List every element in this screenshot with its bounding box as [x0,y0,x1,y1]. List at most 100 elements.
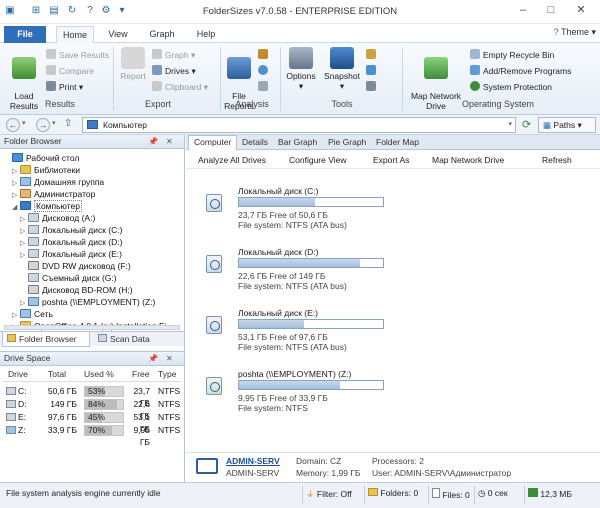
table-row[interactable]: E: 97,6 ГБ 53,1 ГБ NTFS 45% [0,411,184,434]
drive-free-text: 53,1 ГБ Free of 97,6 ГБ [238,332,328,342]
analysis-pie-icon[interactable] [258,65,271,78]
tree-item-homegroup[interactable]: ▷ Домашняя группа [12,176,104,188]
pin-icon[interactable]: 📌 [148,135,158,148]
print-button[interactable]: Print ▾ [46,81,83,94]
back-button[interactable]: ← [6,118,20,132]
refresh-button[interactable]: Refresh [542,155,572,165]
tab-view[interactable]: View [100,26,136,43]
col-free[interactable]: Free [132,369,149,379]
col-drive[interactable]: Drive [8,369,28,379]
tree-item-desktop[interactable]: Рабочий стол [4,152,79,164]
tools-chart-icon[interactable] [366,49,379,62]
status-bar: File system analysis engine currently id… [0,482,600,508]
col-type[interactable]: Type [158,369,176,379]
tree-item-drive-a[interactable]: ▷ Дисковод (A:) [20,212,95,224]
analyze-all-drives-button[interactable]: Analyze All Drives [198,155,266,165]
tab-details[interactable]: Details [242,137,268,147]
address-dropdown-icon[interactable]: ▾ [508,118,512,132]
tree-item-libraries[interactable]: ▷ Библиотеки [12,164,80,176]
configure-view-button[interactable]: Configure View [289,155,347,165]
tab-home[interactable]: Home [56,26,94,43]
report-button[interactable]: Report [118,47,148,81]
tree-item-drive-d[interactable]: ▷ Локальный диск (D:) [20,236,122,248]
tree-item-drive-h[interactable]: Дисковод BD-ROM (H:) [20,284,133,296]
col-total[interactable]: Total [48,369,66,379]
drive-icon [6,387,16,395]
refresh-icon[interactable]: ⟳ [522,118,531,131]
tree-horizontal-scrollbar[interactable] [4,325,180,330]
tree-item-drive-f[interactable]: DVD RW дисковод (F:) [20,260,131,272]
minimize-button[interactable]: – [510,2,536,18]
bdrom-icon [28,285,39,294]
tree-item-computer[interactable]: ◢ Компьютер [12,200,82,212]
computer-icon [196,458,218,474]
compare-button[interactable]: Compare [46,65,94,78]
tab-bar-graph[interactable]: Bar Graph [278,137,317,147]
pin-icon[interactable]: 📌 [148,352,158,365]
close-pane-icon[interactable]: ✕ [166,135,173,148]
tree-item-network[interactable]: ▷ Сеть [12,308,53,320]
close-pane-icon[interactable]: ✕ [166,352,173,365]
options-button[interactable]: Options ▾ [284,47,318,91]
tree-item-drive-c[interactable]: ▷ Локальный диск (C:) [20,224,122,236]
theme-menu[interactable]: ? Theme ▾ [554,27,596,38]
drive-space-panel: Drive Space 📌 ✕ Drive Total Used % Free … [0,351,184,482]
host-name: ADMIN-SERV [226,468,280,478]
tab-folder-map[interactable]: Folder Map [376,137,419,147]
load-results-button[interactable]: Load Results [6,47,42,111]
forward-button[interactable]: → [36,118,50,132]
tab-computer[interactable]: Computer [188,135,238,150]
tab-file[interactable]: File [4,26,46,43]
dvd-icon [28,261,39,270]
table-row[interactable]: D: 149 ГБ 22,6 ГБ NTFS 84% [0,398,184,421]
address-input[interactable]: Компьютер ▾ [82,117,516,133]
table-row[interactable]: Z: 33,9 ГБ 9,95 ГБ NTFS 70% [0,424,184,447]
tree-item-administrator[interactable]: ▷ Администратор [12,188,95,200]
analysis-grid-icon[interactable] [258,49,271,62]
group-label-tools: Tools [331,99,353,109]
filter-status[interactable]: ⏚ Filter: Off [306,488,352,500]
drives-export-button[interactable]: Drives ▾ [152,65,196,78]
ribbon-separator [220,47,221,111]
tree-item-drive-z[interactable]: ▷ poshta (\\EMPLOYMENT) (Z:) [20,296,155,308]
left-pane-tabs: Folder Browser Scan Data [0,331,184,347]
export-as-button[interactable]: Export As [373,155,409,165]
chart-icon [366,49,376,59]
tree-item-drive-e[interactable]: ▷ Локальный диск (E:) [20,248,122,260]
tab-scan-data[interactable]: Scan Data [94,332,174,347]
snapshot-button[interactable]: Snapshot ▾ [322,47,362,91]
forward-dropdown-icon[interactable]: ▾ [52,119,56,127]
tree-item-drive-g[interactable]: Съемный диск (G:) [20,272,117,284]
analysis-search-icon[interactable] [258,81,271,94]
tools-list-icon[interactable] [366,81,379,94]
drive-item-z[interactable]: poshta (\\EMPLOYMENT) (Z:) 9,95 ГБ Free … [200,369,580,429]
col-used[interactable]: Used % [84,369,114,379]
maximize-button[interactable]: □ [538,2,564,18]
tools-trend-icon[interactable] [366,65,379,78]
system-info: ADMIN-SERV ADMIN-SERV Domain: CZ Memory:… [186,452,600,482]
left-pane: Folder Browser 📌 ✕ Рабочий стол ▷ Библиот… [0,135,185,482]
tab-graph[interactable]: Graph [142,26,182,43]
up-folder-icon[interactable]: ⇧ [64,118,72,129]
drive-item-e[interactable]: Локальный диск (E:) 53,1 ГБ Free of 97,6… [200,308,580,368]
back-dropdown-icon[interactable]: ▾ [22,119,26,127]
save-results-button[interactable]: Save Results [46,49,109,62]
folder-tree: Рабочий стол ▷ Библиотеки ▷ Домашняя групп… [0,150,184,331]
drive-item-c[interactable]: Локальный диск (C:) 23,7 ГБ Free of 50,6… [200,186,580,246]
tab-help[interactable]: Help [188,26,224,43]
tab-folder-browser[interactable]: Folder Browser [2,332,90,347]
trend-icon [366,65,376,75]
map-network-drive-link[interactable]: Map Network Drive [432,155,504,165]
clipboard-button[interactable]: Clipboard ▾ [152,81,208,94]
tab-pie-graph[interactable]: Pie Graph [328,137,366,147]
empty-recycle-bin-button[interactable]: Empty Recycle Bin [470,49,554,62]
host-link[interactable]: ADMIN-SERV [226,456,280,466]
drive-item-d[interactable]: Локальный диск (D:) 22,6 ГБ Free of 149 … [200,247,580,307]
graph-export-button[interactable]: Graph ▾ [152,49,195,62]
print-icon [46,81,56,91]
table-row[interactable]: C: 50,6 ГБ 23,7 ГБ NTFS 53% [0,385,184,408]
close-button[interactable]: ✕ [566,2,596,18]
system-protection-button[interactable]: System Protection [470,81,552,94]
add-remove-programs-button[interactable]: Add/Remove Programs [470,65,571,78]
paths-button[interactable]: ▦ Paths ▾ [538,117,596,133]
